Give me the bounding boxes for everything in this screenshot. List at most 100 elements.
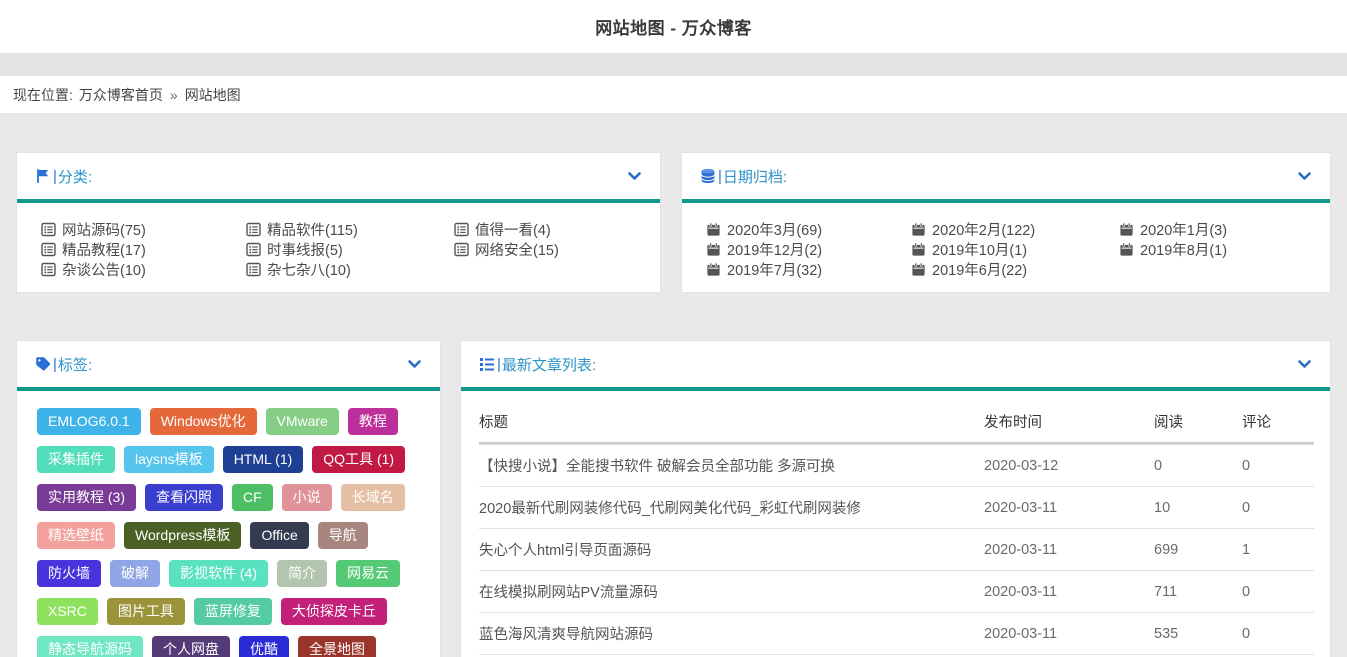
category-link[interactable]: 值得一看(4)	[454, 219, 660, 239]
table-row: 在线模拟刷网站PV流量源码 2020-03-11 711 0	[479, 570, 1314, 612]
archive-link[interactable]: 2019年6月(22)	[911, 259, 1119, 279]
archive-link[interactable]: 2019年8月(1)	[1119, 239, 1330, 259]
tag[interactable]: 个人网盘	[152, 636, 230, 657]
article-views: 0	[1154, 448, 1242, 484]
tag[interactable]: 图片工具	[107, 598, 185, 625]
panel-accent-rule	[461, 387, 1330, 391]
tag[interactable]: Windows优化	[150, 408, 257, 435]
column-header-comments: 评论	[1242, 401, 1314, 442]
categories-panel-header: | 分类:	[17, 153, 660, 199]
category-link[interactable]: 精品软件(115)	[246, 219, 454, 239]
table-row: 2020最新代刷网装修代码_代刷网美化代码_彩虹代刷网装修 2020-03-11…	[479, 486, 1314, 528]
tag[interactable]: QQ工具 (1)	[312, 446, 405, 473]
list-alt-icon	[246, 242, 261, 257]
categories-panel: | 分类: 网站源码(75) 精品软件(115) 值得一看(4) 精品教程(17…	[16, 152, 661, 293]
tag[interactable]: 静态导航源码	[37, 636, 143, 657]
flag-icon	[35, 168, 51, 184]
article-link[interactable]: 蓝色海风清爽导航网站源码	[479, 627, 653, 643]
table-row: 【快搜小说】全能搜书软件 破解会员全部功能 多源可换 2020-03-12 0 …	[479, 444, 1314, 486]
tag[interactable]: 长域名	[341, 484, 405, 511]
breadcrumb-separator: »	[170, 87, 178, 103]
tag[interactable]: 优酷	[239, 636, 289, 657]
tag[interactable]: 全景地图	[298, 636, 376, 657]
archives-panel-header: | 日期归档:	[682, 153, 1330, 199]
category-link[interactable]: 时事线报(5)	[246, 239, 454, 259]
column-header-date: 发布时间	[984, 401, 1154, 442]
title-separator: |	[53, 168, 57, 185]
article-link[interactable]: 失心个人html引导页面源码	[479, 543, 651, 559]
tag[interactable]: 网易云	[336, 560, 400, 587]
list-alt-icon	[41, 262, 56, 277]
category-link[interactable]: 精品教程(17)	[41, 239, 246, 259]
article-comments: 0	[1242, 490, 1314, 526]
calendar-icon	[706, 262, 721, 277]
tag[interactable]: CF	[232, 484, 273, 511]
tags-panel-label: 标签:	[58, 354, 92, 375]
archive-link[interactable]: 2020年1月(3)	[1119, 219, 1330, 239]
calendar-icon	[911, 242, 926, 257]
archives-panel: | 日期归档: 2020年3月(69) 2020年2月(122) 2020年1月…	[681, 152, 1331, 293]
tag[interactable]: 精选壁纸	[37, 522, 115, 549]
title-separator: |	[53, 356, 57, 373]
tag[interactable]: 简介	[277, 560, 327, 587]
archive-link[interactable]: 2020年3月(69)	[706, 219, 911, 239]
tag[interactable]: 导航	[318, 522, 368, 549]
tag[interactable]: 蓝屏修复	[194, 598, 272, 625]
tag[interactable]: VMware	[266, 408, 339, 435]
article-views: 711	[1154, 574, 1242, 610]
tag[interactable]: laysns模板	[124, 446, 214, 473]
archive-link[interactable]: 2019年10月(1)	[911, 239, 1119, 259]
tag[interactable]: 大侦探皮卡丘	[281, 598, 387, 625]
tag[interactable]: 查看闪照	[145, 484, 223, 511]
tag[interactable]: 破解	[110, 560, 160, 587]
category-link[interactable]: 网络安全(15)	[454, 239, 660, 259]
archive-link[interactable]: 2020年2月(122)	[911, 219, 1119, 239]
list-alt-icon	[41, 242, 56, 257]
chevron-down-icon[interactable]	[1297, 357, 1312, 371]
article-date: 2020-03-11	[984, 574, 1154, 610]
table-row: 失心个人html引导页面源码 2020-03-11 699 1	[479, 528, 1314, 570]
chevron-down-icon[interactable]	[627, 169, 642, 183]
breadcrumb-current-link[interactable]: 网站地图	[185, 85, 241, 105]
archive-link[interactable]: 2019年12月(2)	[706, 239, 911, 259]
tag[interactable]: 采集插件	[37, 446, 115, 473]
tag[interactable]: XSRC	[37, 598, 98, 625]
tag[interactable]: 防火墙	[37, 560, 101, 587]
article-views: 535	[1154, 616, 1242, 652]
calendar-icon	[706, 242, 721, 257]
category-link[interactable]: 网站源码(75)	[41, 219, 246, 239]
tag[interactable]: Office	[250, 522, 308, 549]
categories-list: 网站源码(75) 精品软件(115) 值得一看(4) 精品教程(17) 时事线报…	[17, 203, 660, 279]
tag[interactable]: 小说	[282, 484, 332, 511]
article-link[interactable]: 在线模拟刷网站PV流量源码	[479, 585, 658, 601]
article-link[interactable]: 【快搜小说】全能搜书软件 破解会员全部功能 多源可换	[479, 459, 835, 475]
articles-table-body: 【快搜小说】全能搜书软件 破解会员全部功能 多源可换 2020-03-12 0 …	[479, 444, 1314, 657]
article-comments: 1	[1242, 532, 1314, 568]
list-alt-icon	[246, 222, 261, 237]
article-views: 699	[1154, 532, 1242, 568]
categories-panel-label: 分类:	[58, 166, 92, 187]
list-alt-icon	[246, 262, 261, 277]
tag[interactable]: HTML (1)	[223, 446, 304, 473]
tag[interactable]: 教程	[348, 408, 398, 435]
archive-link[interactable]: 2019年7月(32)	[706, 259, 911, 279]
site-header: 网站地图 - 万众博客	[0, 0, 1347, 53]
tag[interactable]: 实用教程 (3)	[37, 484, 136, 511]
articles-panel-header: | 最新文章列表:	[461, 341, 1330, 387]
category-link[interactable]: 杂谈公告(10)	[41, 259, 246, 279]
header-divider-band	[0, 53, 1347, 76]
tag[interactable]: Wordpress模板	[124, 522, 241, 549]
chevron-down-icon[interactable]	[1297, 169, 1312, 183]
tag[interactable]: EMLOG6.0.1	[37, 408, 141, 435]
articles-panel-title: | 最新文章列表:	[479, 354, 596, 375]
article-views: 10	[1154, 490, 1242, 526]
calendar-icon	[1119, 222, 1134, 237]
article-date: 2020-03-11	[984, 616, 1154, 652]
tag[interactable]: 影视软件 (4)	[169, 560, 268, 587]
chevron-down-icon[interactable]	[407, 357, 422, 371]
page-title: 网站地图 - 万众博客	[595, 14, 752, 39]
breadcrumb-home-link[interactable]: 万众博客首页	[79, 85, 163, 105]
article-link[interactable]: 2020最新代刷网装修代码_代刷网美化代码_彩虹代刷网装修	[479, 501, 861, 517]
category-link[interactable]: 杂七杂八(10)	[246, 259, 454, 279]
calendar-icon	[1119, 242, 1134, 257]
